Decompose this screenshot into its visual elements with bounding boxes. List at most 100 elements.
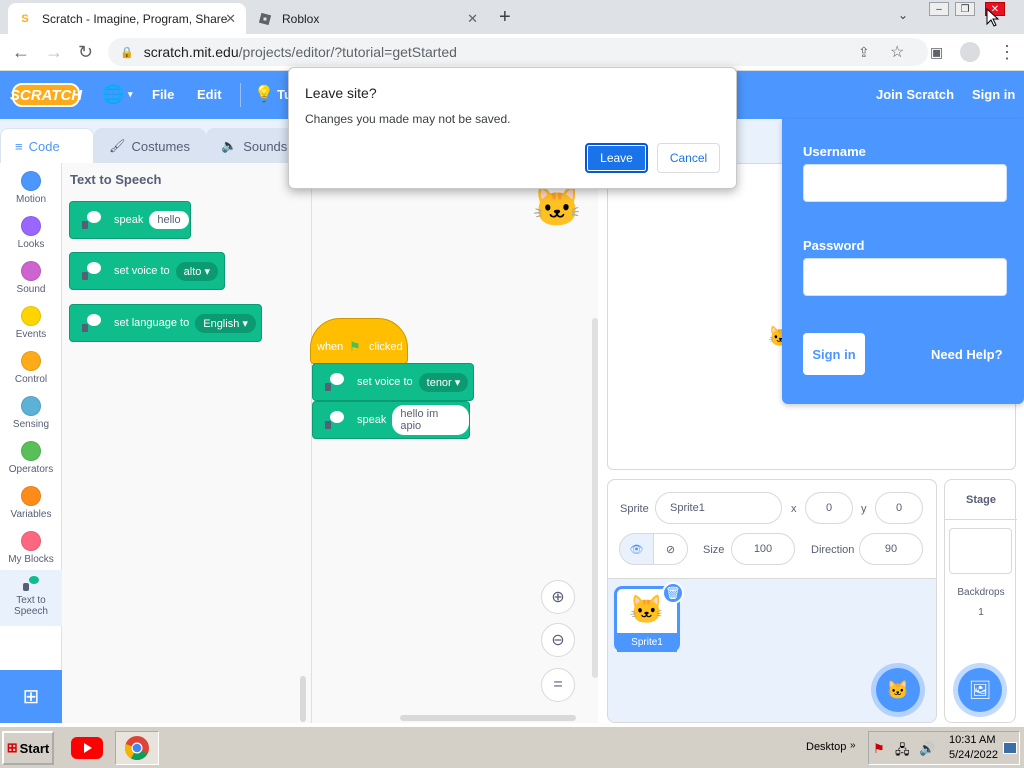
tab-roblox[interactable]: Roblox ✕	[248, 3, 488, 34]
tutorials-lightbulb-icon[interactable]: 💡	[254, 84, 274, 104]
stage-title: Stage	[945, 480, 1017, 520]
horizontal-scrollbar[interactable]	[400, 715, 576, 721]
share-icon[interactable]: ⇪	[858, 44, 870, 61]
direction-input[interactable]: 90	[859, 533, 923, 565]
delete-sprite-button[interactable]: 🗑	[662, 582, 684, 604]
speak-block[interactable]: speak hello	[69, 201, 191, 239]
bookmark-star-icon[interactable]: ☆	[890, 42, 904, 62]
tab-code[interactable]: ≡ Code	[0, 128, 94, 163]
category-label: Events	[15, 329, 47, 340]
network-icon[interactable]: 🖧	[895, 741, 910, 763]
language-dropdown[interactable]: English ▾	[195, 313, 256, 333]
speak-text-input[interactable]: hello	[149, 211, 189, 229]
login-dropdown: Username Password Sign in Need Help?	[782, 119, 1024, 404]
profile-avatar-icon[interactable]	[960, 42, 980, 62]
roblox-favicon-icon	[258, 12, 272, 26]
desktop-toolbar-label[interactable]: Desktop	[806, 741, 846, 753]
show-desktop-icon[interactable]	[1003, 742, 1017, 754]
restore-window-icon[interactable]: ❐	[955, 2, 975, 16]
login-submit-button[interactable]: Sign in	[803, 333, 865, 375]
zoom-out-button[interactable]: ⊖	[541, 623, 575, 657]
category-looks[interactable]: Looks	[0, 216, 62, 250]
category-operators[interactable]: Operators	[0, 441, 62, 475]
stage-thumbnail[interactable]	[949, 528, 1012, 574]
x-input[interactable]: 0	[805, 492, 853, 524]
choose-backdrop-button[interactable]: 🖼	[958, 668, 1002, 712]
category-label: Motion	[15, 194, 46, 205]
brush-icon: 🖌	[109, 138, 126, 153]
category-my-blocks[interactable]: My Blocks	[0, 531, 62, 565]
password-input[interactable]	[803, 258, 1007, 296]
category-sound[interactable]: Sound	[0, 261, 62, 295]
mouse-cursor-icon	[986, 8, 1000, 27]
set-voice-block[interactable]: set voice to alto ▾	[69, 252, 225, 290]
when-flag-clicked-block[interactable]: when ⚑ clicked	[310, 318, 408, 364]
category-label: Text to Speech	[14, 595, 48, 617]
voice-dropdown[interactable]: tenor ▾	[418, 372, 469, 392]
forward-arrow-icon[interactable]: →	[45, 42, 63, 63]
category-variables[interactable]: Variables	[0, 486, 62, 520]
chrome-taskbar-button[interactable]	[115, 731, 159, 765]
vertical-scrollbar[interactable]	[592, 318, 598, 678]
clock-time[interactable]: 10:31 AM	[949, 734, 995, 746]
windows-logo-icon: ⊞	[6, 740, 18, 755]
edit-menu[interactable]: Edit	[197, 87, 222, 102]
size-label: Size	[703, 544, 725, 556]
cancel-button[interactable]: Cancel	[657, 143, 720, 173]
zoom-in-icon: ⊕	[551, 589, 565, 606]
palette-scrollbar[interactable]	[300, 676, 306, 722]
size-input[interactable]: 100	[731, 533, 795, 565]
backdrops-label: Backdrops	[957, 587, 1005, 598]
category-motion[interactable]: Motion	[0, 171, 62, 205]
need-help-link[interactable]: Need Help?	[931, 347, 1003, 362]
minimize-window-icon[interactable]: –	[929, 2, 949, 16]
zoom-in-button[interactable]: ⊕	[541, 580, 575, 614]
tab-scratch[interactable]: S Scratch - Imagine, Program, Share ✕	[8, 3, 246, 34]
username-input[interactable]	[803, 164, 1007, 202]
choose-sprite-button[interactable]: 🐱	[876, 668, 920, 712]
security-alert-icon[interactable]: ⚑	[873, 741, 885, 757]
sprite-name-input[interactable]: Sprite1	[655, 492, 782, 524]
trash-icon: 🗑	[665, 586, 681, 600]
more-menu-icon[interactable]: ⋮	[998, 42, 1016, 63]
back-arrow-icon[interactable]: ←	[12, 42, 30, 63]
set-voice-script-block[interactable]: set voice to tenor ▾	[312, 363, 474, 401]
category-events[interactable]: Events	[0, 306, 62, 340]
side-panel-icon[interactable]: ▣	[930, 44, 943, 61]
category-sensing[interactable]: Sensing	[0, 396, 62, 430]
add-extension-button[interactable]: ⊞	[0, 670, 62, 723]
show-sprite-button[interactable]: 👁	[619, 533, 654, 565]
url-input[interactable]: 🔒 scratch.mit.edu/projects/editor/?tutor…	[108, 38, 928, 66]
clock-date[interactable]: 5/24/2022	[949, 749, 998, 761]
y-input[interactable]: 0	[875, 492, 923, 524]
category-control[interactable]: Control	[0, 351, 62, 385]
tab-costumes[interactable]: 🖌 Costumes	[94, 128, 206, 163]
join-scratch-link[interactable]: Join Scratch	[876, 87, 954, 102]
globe-icon[interactable]: 🌐	[102, 84, 124, 105]
os-taskbar: ⊞ Start Desktop » ⚑ 🖧 🔊 10:31 AM 5/24/20…	[0, 726, 1024, 768]
speak-script-block[interactable]: speak hello im apio	[312, 401, 470, 439]
block-label: set voice to	[114, 265, 170, 277]
system-tray: ⚑ 🖧 🔊 10:31 AM 5/24/2022	[868, 731, 1020, 765]
hide-sprite-button[interactable]: ⊘	[653, 533, 688, 565]
volume-icon[interactable]: 🔊	[919, 741, 935, 757]
start-button[interactable]: ⊞ Start	[2, 731, 54, 765]
control-dot-icon	[21, 351, 41, 371]
speak-text-input[interactable]: hello im apio	[392, 405, 469, 435]
voice-dropdown[interactable]: alto ▾	[175, 261, 218, 281]
sign-in-link[interactable]: Sign in	[972, 87, 1015, 102]
new-tab-plus-icon[interactable]: +	[499, 6, 511, 29]
close-tab-icon[interactable]: ✕	[225, 11, 236, 27]
tab-search-chevron-icon[interactable]: ⌄	[898, 8, 908, 22]
file-menu[interactable]: File	[152, 87, 174, 102]
youtube-taskbar-button[interactable]	[69, 731, 105, 765]
category-text-to-speech[interactable]: Text to Speech	[0, 570, 62, 626]
zoom-reset-button[interactable]: =	[541, 668, 575, 702]
dialog-title: Leave site?	[305, 85, 377, 101]
toolbar-expand-icon[interactable]: »	[850, 740, 856, 751]
reload-icon[interactable]: ↻	[78, 42, 93, 63]
set-language-block[interactable]: set language to English ▾	[69, 304, 262, 342]
leave-button[interactable]: Leave	[585, 143, 648, 173]
scratch-logo[interactable]: SCRATCH	[10, 83, 82, 107]
close-tab-icon[interactable]: ✕	[467, 11, 478, 27]
